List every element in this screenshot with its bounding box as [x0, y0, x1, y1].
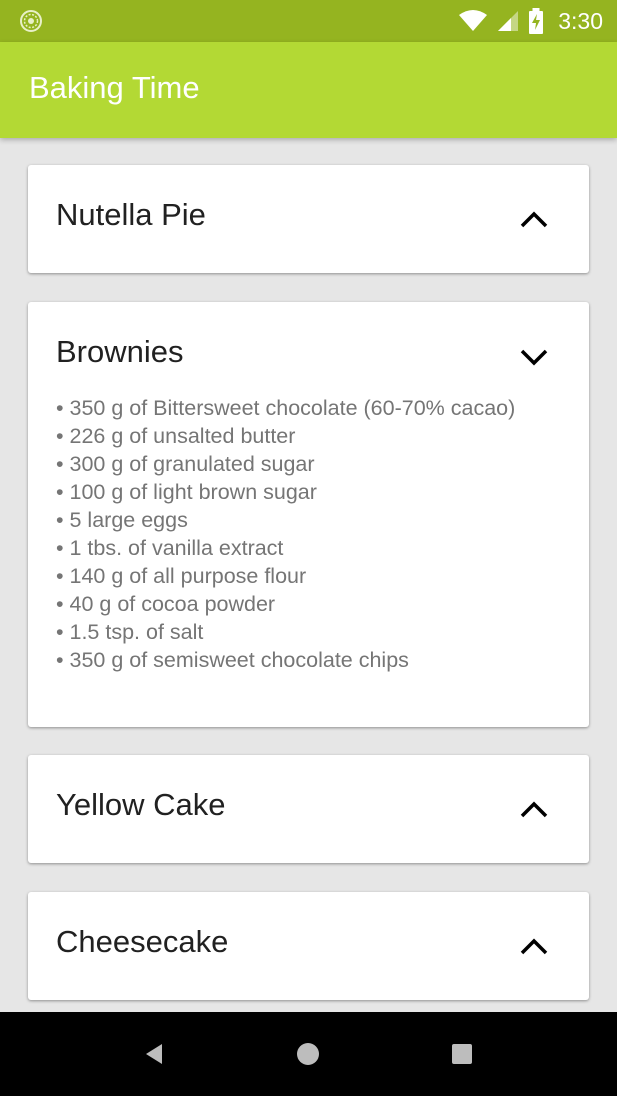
recipe-card-brownies[interactable]: Brownies • 350 g of Bittersweet chocolat… — [28, 302, 589, 727]
status-icons: 3:30 — [450, 0, 603, 42]
ingredient-item: • 300 g of granulated sugar — [56, 452, 315, 476]
app-title: Baking Time — [29, 70, 200, 105]
chevron-up-icon[interactable] — [517, 930, 551, 964]
recipe-card-nutella-pie[interactable]: Nutella Pie — [28, 165, 589, 273]
battery-charging-icon — [528, 8, 544, 34]
recipe-card-yellow-cake[interactable]: Yellow Cake — [28, 755, 589, 863]
recipe-title: Cheesecake — [56, 924, 229, 959]
ingredient-item: • 1 tbs. of vanilla extract — [56, 536, 284, 560]
ingredient-item: • 1.5 tsp. of salt — [56, 620, 204, 644]
chevron-down-icon[interactable] — [517, 340, 551, 374]
wifi-icon — [458, 9, 488, 33]
ingredient-item: • 350 g of Bittersweet chocolate (60-70%… — [56, 396, 516, 420]
ingredient-item: • 226 g of unsalted butter — [56, 424, 296, 448]
ingredient-item: • 140 g of all purpose flour — [56, 564, 307, 588]
home-icon[interactable] — [294, 1040, 322, 1068]
recents-icon[interactable] — [448, 1040, 476, 1068]
status-clock: 3:30 — [558, 7, 603, 34]
recipe-title: Brownies — [56, 334, 184, 369]
navigation-bar — [0, 1012, 617, 1096]
ingredient-item: • 350 g of semisweet chocolate chips — [56, 648, 409, 672]
app-notification-icon — [19, 9, 43, 33]
chevron-up-icon[interactable] — [517, 793, 551, 827]
ingredient-list: • 350 g of Bittersweet chocolate (60-70%… — [56, 394, 526, 674]
chevron-up-icon[interactable] — [517, 203, 551, 237]
ingredient-item: • 40 g of cocoa powder — [56, 592, 276, 616]
recipe-title: Nutella Pie — [56, 197, 206, 232]
status-bar: 3:30 — [0, 0, 617, 42]
recipe-title: Yellow Cake — [56, 787, 226, 822]
back-icon[interactable] — [140, 1040, 168, 1068]
ingredient-item: • 100 g of light brown sugar — [56, 480, 317, 504]
app-bar: Baking Time — [0, 42, 617, 138]
recipe-card-cheesecake[interactable]: Cheesecake — [28, 892, 589, 1000]
ingredient-item: • 5 large eggs — [56, 508, 188, 532]
recipe-list[interactable]: Nutella Pie Brownies • 350 g of Bittersw… — [0, 138, 617, 1012]
cell-signal-icon — [496, 9, 520, 33]
